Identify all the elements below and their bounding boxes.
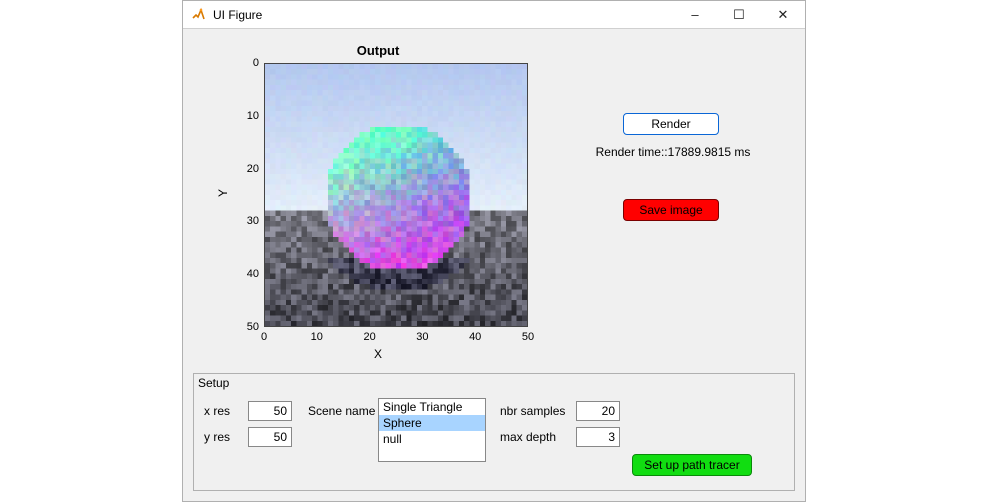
scene-name-label: Scene name xyxy=(308,404,375,418)
x-tick-label: 0 xyxy=(261,331,267,343)
scene-option[interactable]: Single Triangle xyxy=(379,399,485,415)
y-tick-label: 40 xyxy=(229,268,259,280)
output-chart: Output Y X 0102030405001020304050 xyxy=(213,43,543,363)
x-tick-label: 30 xyxy=(416,331,428,343)
save-image-button[interactable]: Save image xyxy=(623,199,719,221)
maximize-button[interactable]: ☐ xyxy=(717,1,761,29)
x-tick-label: 50 xyxy=(522,331,534,343)
nbr-samples-label: nbr samples xyxy=(500,404,565,418)
chart-title: Output xyxy=(213,43,543,58)
render-image xyxy=(265,64,527,326)
xres-input[interactable] xyxy=(248,401,292,421)
y-tick-label: 50 xyxy=(229,321,259,333)
scene-option[interactable]: null xyxy=(379,431,485,447)
close-button[interactable]: ✕ xyxy=(761,1,805,29)
nbr-samples-input[interactable] xyxy=(576,401,620,421)
yres-label: y res xyxy=(204,430,230,444)
client-area: Output Y X 0102030405001020304050 Render… xyxy=(183,29,805,501)
y-axis-label: Y xyxy=(216,189,230,197)
render-button[interactable]: Render xyxy=(623,113,719,135)
ui-figure-window: UI Figure – ☐ ✕ Output Y X 0102030405001… xyxy=(182,0,806,502)
scene-option[interactable]: Sphere xyxy=(379,415,485,431)
max-depth-label: max depth xyxy=(500,430,556,444)
y-tick-label: 30 xyxy=(229,215,259,227)
minimize-button[interactable]: – xyxy=(673,1,717,29)
x-tick-label: 10 xyxy=(311,331,323,343)
xres-label: x res xyxy=(204,404,230,418)
scene-name-listbox[interactable]: Single TriangleSpherenull xyxy=(378,398,486,462)
matlab-icon xyxy=(191,7,207,23)
y-tick-label: 20 xyxy=(229,163,259,175)
setup-panel: Setup x res y res Scene name Single Tria… xyxy=(193,373,795,491)
window-title: UI Figure xyxy=(213,8,262,22)
setup-path-tracer-button[interactable]: Set up path tracer xyxy=(632,454,752,476)
titlebar: UI Figure – ☐ ✕ xyxy=(183,1,805,29)
setup-panel-title: Setup xyxy=(198,376,229,390)
y-tick-label: 10 xyxy=(229,110,259,122)
max-depth-input[interactable] xyxy=(576,427,620,447)
render-time-status: Render time::17889.9815 ms xyxy=(573,145,773,159)
x-tick-label: 20 xyxy=(363,331,375,343)
y-tick-label: 0 xyxy=(229,57,259,69)
x-tick-label: 40 xyxy=(469,331,481,343)
x-axis-label: X xyxy=(213,347,543,361)
yres-input[interactable] xyxy=(248,427,292,447)
chart-plot-area xyxy=(264,63,528,327)
